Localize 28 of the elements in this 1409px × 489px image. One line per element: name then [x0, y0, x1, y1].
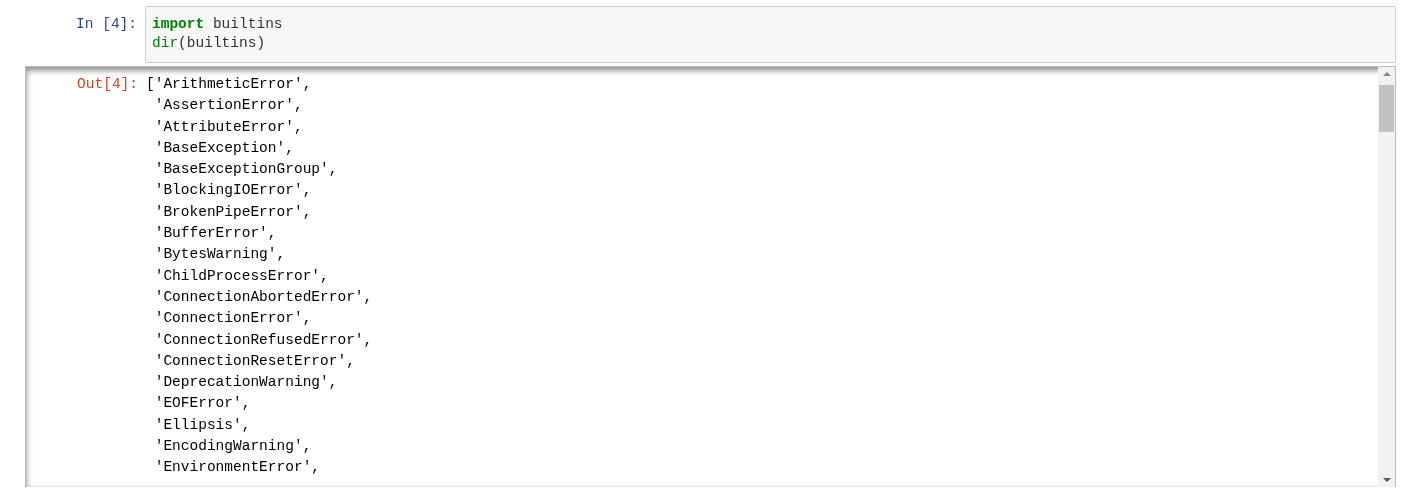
- code-input-area[interactable]: import builtins dir(builtins): [145, 6, 1396, 63]
- code-line: dir(builtins): [152, 34, 267, 53]
- output-line: 'BufferError',: [153, 224, 278, 244]
- output-line: 'ConnectionError',: [153, 309, 313, 329]
- output-line: 'BlockingIOError',: [153, 181, 313, 201]
- output-prompt: Out[4]:: [76, 75, 139, 94]
- scrollbar[interactable]: [1378, 67, 1395, 487]
- scrollbar-thumb[interactable]: [1379, 85, 1394, 132]
- input-prompt: In [4]:: [75, 15, 138, 34]
- output-line: 'Ellipsis',: [153, 415, 252, 435]
- output-line: 'ConnectionRefusedError',: [153, 330, 374, 350]
- output-line: 'BrokenPipeError',: [153, 202, 313, 222]
- output-line: 'AssertionError',: [153, 96, 304, 116]
- output-line: 'BaseException',: [153, 138, 295, 158]
- code-line: import builtins: [152, 15, 284, 34]
- output-line: 'EncodingWarning',: [153, 437, 313, 457]
- output-line: 'BytesWarning',: [153, 245, 287, 265]
- output-line: 'ConnectionAbortedError',: [153, 287, 374, 307]
- output-line: 'ChildProcessError',: [153, 266, 330, 286]
- output-line: 'ConnectionResetError',: [153, 351, 356, 371]
- scroll-up-icon[interactable]: [1382, 71, 1391, 77]
- output-line: 'AttributeError',: [153, 117, 304, 137]
- output-line: ['ArithmeticError',: [146, 75, 313, 94]
- output-line: 'DeprecationWarning',: [153, 373, 339, 393]
- output-line: 'EnvironmentError',: [153, 458, 322, 478]
- output-line: 'BaseExceptionGroup',: [153, 160, 339, 180]
- scroll-down-icon[interactable]: [1382, 477, 1391, 483]
- output-line: 'EOFError',: [153, 394, 252, 414]
